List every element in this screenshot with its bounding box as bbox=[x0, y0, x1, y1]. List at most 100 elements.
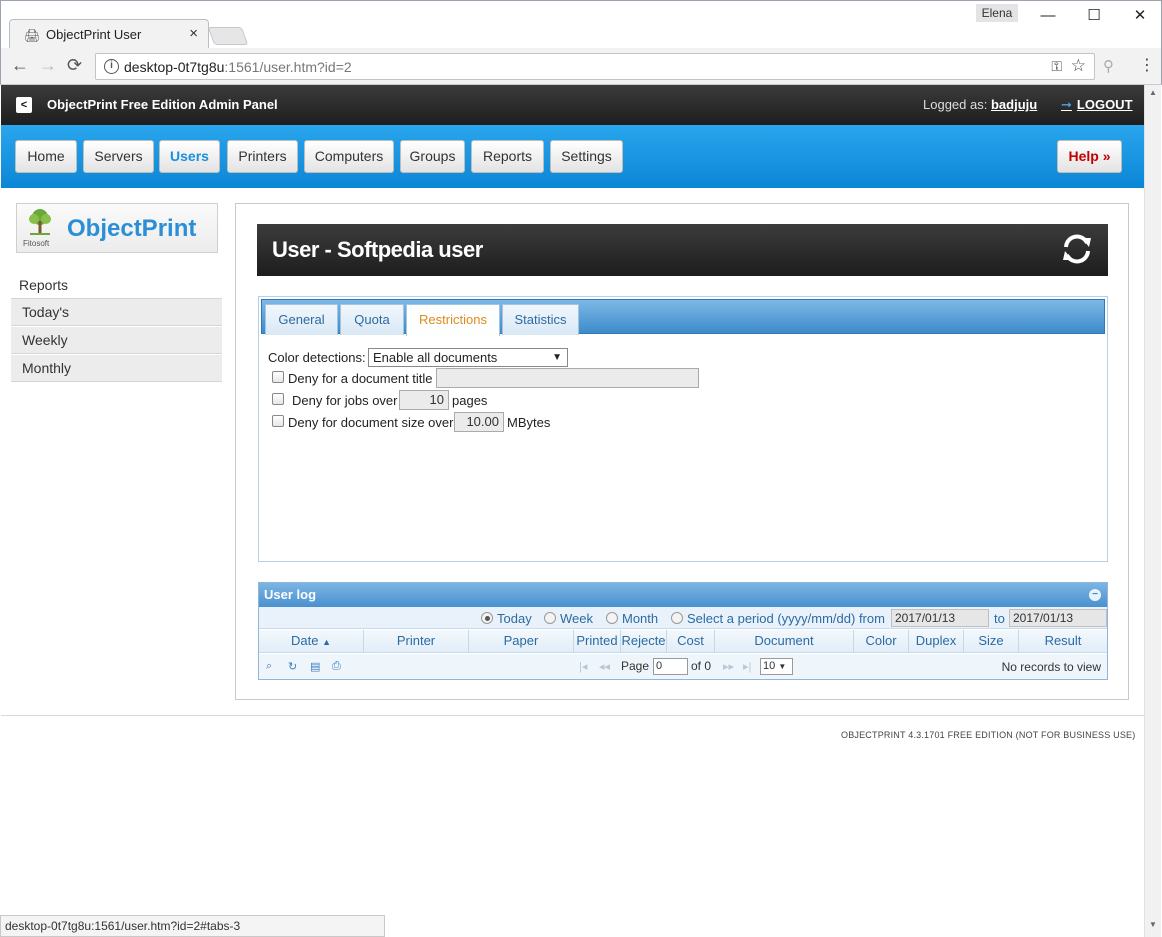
col-printer[interactable]: Printer bbox=[364, 630, 469, 653]
tab-statistics[interactable]: Statistics bbox=[502, 304, 579, 335]
to-date-input[interactable]: 2017/01/13 bbox=[1009, 609, 1107, 627]
tree-logo-icon bbox=[29, 209, 51, 235]
page-input[interactable]: 0 bbox=[653, 658, 688, 675]
collapse-icon[interactable]: < bbox=[16, 97, 32, 113]
nav-servers[interactable]: Servers bbox=[83, 140, 154, 173]
deny-jobs-checkbox[interactable] bbox=[272, 393, 284, 405]
col-color[interactable]: Color bbox=[854, 630, 909, 653]
profile-chip[interactable]: Elena bbox=[976, 4, 1018, 22]
deny-jobs-input[interactable]: 10 bbox=[399, 390, 449, 410]
logo-subtext: Fitosoft bbox=[23, 239, 50, 248]
tab-general[interactable]: General bbox=[265, 304, 338, 335]
radio-period[interactable] bbox=[671, 612, 683, 624]
window-minimize-button[interactable]: — bbox=[1033, 5, 1063, 27]
status-bar: desktop-0t7tg8u:1561/user.htm?id=2#tabs-… bbox=[0, 915, 385, 937]
address-url[interactable]: desktop-0t7tg8u:1561/user.htm?id=2 bbox=[124, 59, 352, 75]
browser-tab[interactable]: 🖨 ObjectPrint User × bbox=[9, 19, 209, 49]
logged-as-label: Logged as: bbox=[923, 97, 988, 112]
log-pager: ⌕ ↻ ▤ ⎙ |◂ ◂◂ Page 0 of 0 ▸▸ ▸| 10 ▼ No … bbox=[259, 654, 1107, 679]
tab-restrictions[interactable]: Restrictions bbox=[406, 304, 500, 336]
col-cost[interactable]: Cost bbox=[667, 630, 715, 653]
empty-records-text: No records to view bbox=[1001, 660, 1101, 674]
help-button[interactable]: Help » bbox=[1057, 140, 1122, 173]
app-topbar: < ObjectPrint Free Edition Admin Panel L… bbox=[1, 85, 1144, 125]
col-size[interactable]: Size bbox=[964, 630, 1019, 653]
window-maximize-button[interactable]: ☐ bbox=[1079, 5, 1109, 27]
first-page-icon[interactable]: |◂ bbox=[579, 660, 587, 673]
deny-size-label: Deny for document size over bbox=[288, 415, 454, 430]
window-close-button[interactable]: ✕ bbox=[1125, 5, 1155, 27]
radio-week-label: Week bbox=[560, 611, 593, 626]
nav-printers[interactable]: Printers bbox=[227, 140, 298, 173]
scroll-up-icon[interactable]: ▲ bbox=[1149, 88, 1157, 97]
col-document[interactable]: Document bbox=[715, 630, 854, 653]
page-label: Page bbox=[621, 659, 650, 673]
last-page-icon[interactable]: ▸| bbox=[743, 660, 751, 673]
col-result[interactable]: Result bbox=[1019, 630, 1107, 653]
star-icon[interactable]: ☆ bbox=[1071, 56, 1086, 76]
col-printed[interactable]: Printed bbox=[574, 630, 621, 653]
deny-size-checkbox[interactable] bbox=[272, 415, 284, 427]
reload-grid-icon[interactable]: ↻ bbox=[288, 660, 297, 673]
next-page-icon[interactable]: ▸▸ bbox=[723, 660, 734, 673]
page-scrollbar[interactable]: ▲ ▼ bbox=[1144, 85, 1161, 937]
log-filter-bar: Today Week Month Select a period (yyyy/m… bbox=[259, 607, 1107, 629]
refresh-icon[interactable] bbox=[1060, 232, 1094, 266]
reload-icon[interactable]: ⟳ bbox=[67, 55, 82, 76]
tab-quota[interactable]: Quota bbox=[340, 304, 404, 335]
url-path: :1561/user.htm?id=2 bbox=[224, 59, 352, 75]
search-extension-icon[interactable]: ⚲ bbox=[1103, 57, 1114, 75]
key-icon[interactable]: ⚿ bbox=[1051, 58, 1062, 75]
tab-bar: General Quota Restrictions Statistics bbox=[261, 299, 1105, 336]
logout-link[interactable]: ➞ LOGOUT bbox=[1061, 97, 1133, 113]
radio-month-label: Month bbox=[622, 611, 659, 626]
info-icon[interactable]: i bbox=[104, 59, 119, 74]
deny-size-input[interactable]: 10.00 bbox=[454, 412, 504, 432]
nav-settings[interactable]: Settings bbox=[550, 140, 623, 173]
rows-per-page-select[interactable]: 10 ▼ bbox=[760, 658, 793, 675]
radio-week[interactable] bbox=[544, 612, 556, 624]
user-tabs: General Quota Restrictions Statistics Co… bbox=[258, 296, 1108, 562]
new-tab-button[interactable] bbox=[207, 27, 249, 45]
radio-month[interactable] bbox=[606, 612, 618, 624]
nav-computers[interactable]: Computers bbox=[304, 140, 394, 173]
save-icon[interactable]: ▤ bbox=[310, 660, 320, 673]
menu-icon[interactable]: ⋮ bbox=[1139, 55, 1155, 75]
color-detection-select[interactable]: Enable all documents ▼ bbox=[368, 348, 568, 367]
dropdown-arrow-icon: ▼ bbox=[778, 662, 787, 671]
sidebar-item-todays[interactable]: Today's bbox=[11, 299, 222, 326]
deny-title-input[interactable] bbox=[436, 368, 699, 388]
nav-reports[interactable]: Reports bbox=[471, 140, 544, 173]
objectprint-logo: Fitosoft ObjectPrint bbox=[16, 203, 218, 253]
print-icon[interactable]: ⎙ bbox=[332, 660, 341, 673]
prev-page-icon[interactable]: ◂◂ bbox=[599, 660, 610, 673]
deny-title-checkbox[interactable] bbox=[272, 371, 284, 383]
col-duplex[interactable]: Duplex bbox=[909, 630, 964, 653]
scroll-down-icon[interactable]: ▼ bbox=[1149, 920, 1157, 929]
from-date-input[interactable]: 2017/01/13 bbox=[891, 609, 989, 627]
nav-users[interactable]: Users bbox=[159, 140, 220, 173]
collapse-grid-icon[interactable]: − bbox=[1089, 589, 1101, 601]
back-icon[interactable]: ← bbox=[11, 55, 29, 76]
col-date[interactable]: Date ▲ bbox=[259, 630, 364, 653]
username-link[interactable]: badjuju bbox=[991, 97, 1037, 112]
col-paper[interactable]: Paper bbox=[469, 630, 574, 653]
tab-close-icon[interactable]: × bbox=[189, 25, 198, 42]
logo-text: ObjectPrint bbox=[67, 215, 197, 242]
radio-period-label: Select a period (yyyy/mm/dd) from bbox=[687, 611, 885, 626]
sidebar-item-monthly[interactable]: Monthly bbox=[11, 355, 222, 382]
sidebar-item-weekly[interactable]: Weekly bbox=[11, 327, 222, 354]
deny-jobs-unit: pages bbox=[452, 393, 488, 408]
col-rejected[interactable]: Rejecte bbox=[621, 630, 667, 653]
search-icon[interactable]: ⌕ bbox=[266, 660, 272, 673]
forward-icon[interactable]: → bbox=[39, 55, 57, 76]
dropdown-arrow-icon: ▼ bbox=[552, 352, 562, 363]
deny-jobs-label: Deny for jobs over bbox=[292, 393, 398, 408]
nav-home[interactable]: Home bbox=[15, 140, 77, 173]
address-bar[interactable]: i desktop-0t7tg8u:1561/user.htm?id=2 ⚿ ☆ bbox=[95, 53, 1095, 80]
radio-today[interactable] bbox=[481, 612, 493, 624]
arrow-right-icon: ➞ bbox=[1061, 97, 1072, 112]
url-host: desktop-0t7tg8u bbox=[124, 59, 225, 75]
footer-text: OBJECTPRINT 4.3.1701 FREE EDITION (NOT F… bbox=[841, 730, 1136, 740]
nav-groups[interactable]: Groups bbox=[400, 140, 465, 173]
